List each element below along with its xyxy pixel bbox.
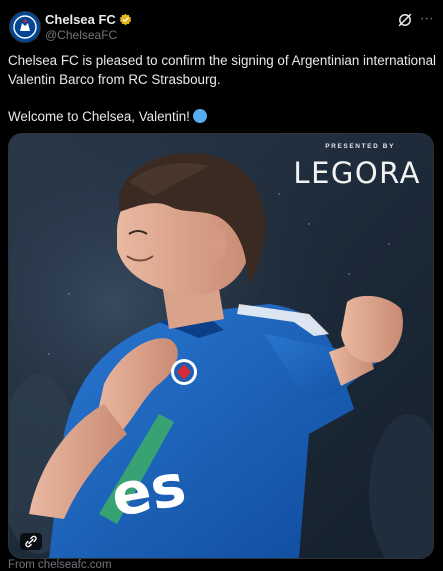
link-source[interactable]: From chelseafc.com <box>8 559 112 571</box>
tweet-text: Chelsea FC is pleased to confirm the sig… <box>8 52 436 127</box>
avatar[interactable] <box>9 11 41 43</box>
author-name-row[interactable]: Chelsea FC <box>45 11 132 28</box>
grok-icon[interactable] <box>397 12 413 28</box>
verified-badge-icon <box>119 13 132 26</box>
tweet-text-line-2: Welcome to Chelsea, Valentin! <box>8 108 436 127</box>
more-icon[interactable]: ⋯ <box>419 11 435 27</box>
player-photo: es <box>9 134 433 558</box>
tweet-text-line-1: Chelsea FC is pleased to confirm the sig… <box>8 53 437 87</box>
author-handle[interactable]: @ChelseaFC <box>45 28 117 42</box>
link-icon <box>25 535 37 548</box>
tweet-media-image[interactable]: es PRESENTED BY LEGORA <box>8 133 434 559</box>
shirt-text: es <box>106 450 191 530</box>
chelsea-crest-icon <box>10 12 40 42</box>
welcome-text: Welcome to Chelsea, Valentin! <box>8 109 190 124</box>
blue-circle-icon <box>192 109 207 123</box>
sponsor-logo: LEGORA <box>293 156 421 190</box>
presented-by-label: PRESENTED BY <box>325 143 395 150</box>
link-button[interactable] <box>20 533 42 550</box>
display-name[interactable]: Chelsea FC <box>45 12 116 27</box>
